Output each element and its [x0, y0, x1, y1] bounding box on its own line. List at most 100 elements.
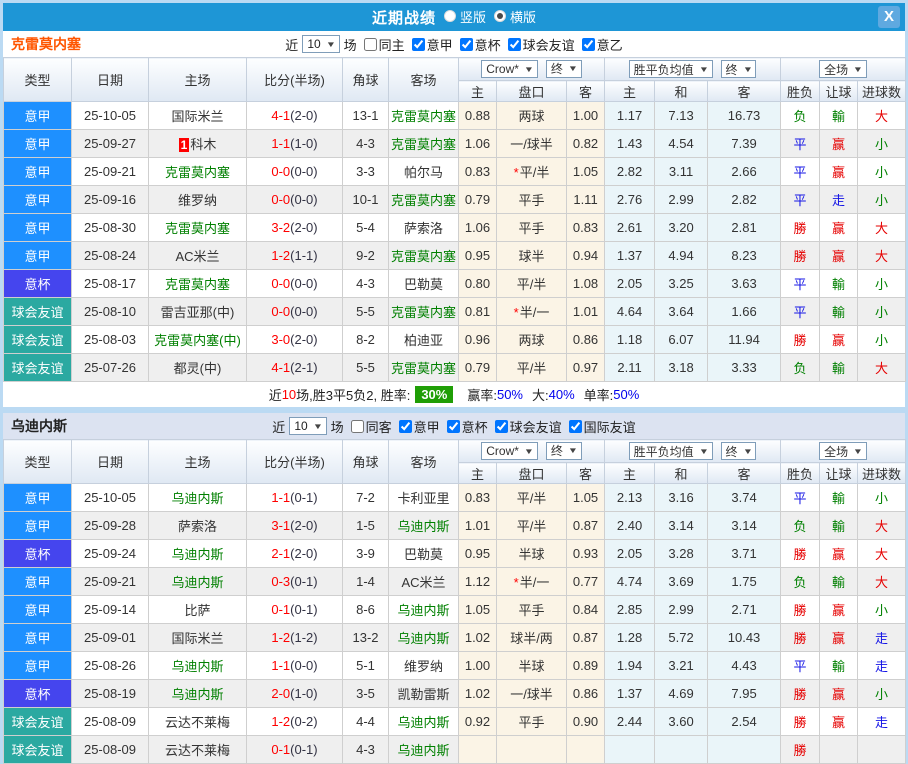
home-team-cell: 克雷莫内塞 [148, 157, 247, 186]
avg-draw-cell: 6.07 [654, 325, 709, 354]
goals-cell: 小 [857, 157, 907, 186]
filter-checkbox[interactable] [398, 419, 412, 433]
summary-stat-value: 50% [613, 387, 640, 402]
halftime-score: (0-1) [290, 574, 318, 589]
corner-cell: 5-5 [342, 297, 389, 326]
final-odds-select[interactable]: 终 ▼ [545, 59, 582, 78]
handicap-line-cell: 平/半 [496, 353, 567, 382]
filter-checkbox[interactable] [411, 37, 425, 51]
avg-away-cell: 1.66 [707, 297, 782, 326]
radio-icon[interactable] [443, 10, 456, 23]
avg-select[interactable]: 胜平负均值 ▼ [628, 60, 713, 78]
scope-select[interactable]: 全场 ▼ [819, 442, 868, 460]
handicap-result-cell: 赢 [819, 707, 859, 736]
filter-checkbox[interactable] [459, 37, 473, 51]
final-avg-select[interactable]: 终 ▼ [720, 442, 757, 460]
fulltime-score: 1-1 [271, 490, 291, 505]
dropdown-group: Crow* ▼ 终 ▼ [457, 57, 606, 81]
match-count-select[interactable]: 10 ▼ [289, 417, 327, 435]
match-count-select-value: 10 [294, 419, 308, 433]
handicap-line-cell: 半球 [496, 539, 567, 568]
avg-home-cell: 1.17 [604, 101, 656, 130]
halftime-score: (2-0) [290, 332, 318, 347]
away-team-name: 维罗纳 [403, 659, 443, 674]
corner-cell: 4-4 [342, 707, 389, 736]
goals-cell: 走 [857, 623, 907, 652]
sub-column-header: 胜负 [780, 462, 821, 484]
filter-checkbox-label: 同主 [378, 37, 405, 53]
table-row: 意甲 25-09-16 维罗纳 0-0(0-0) 10-1 克雷莫内塞 0.79 平手 1.11… [3, 185, 907, 214]
home-team-cell: 国际米兰 [148, 101, 247, 130]
handicap-line-cell: 平/半 [496, 511, 567, 540]
fulltime-score: 0-0 [271, 276, 291, 291]
odds-home-cell [458, 735, 497, 764]
league-cell: 意甲 [3, 567, 72, 596]
goals-cell: 小 [857, 297, 907, 326]
table-row: 意杯 25-08-19 乌迪内斯 2-0(1-0) 3-5 凯勒雷斯 1.02 一/球半 0.8… [3, 679, 907, 708]
final-avg-select[interactable]: 终 ▼ [720, 60, 757, 78]
summary-line: 近 10 场,胜3平5负2, 胜率: 30% 赢率: 50% 大: 40% 单率: 50% [3, 382, 905, 407]
filter-checkbox[interactable] [507, 37, 521, 51]
halftime-score: (0-2) [290, 714, 318, 729]
avg-select[interactable]: 胜平负均值 ▼ [628, 442, 713, 460]
filter-checkbox[interactable] [446, 419, 460, 433]
summary-stat-label: 单率: [583, 388, 614, 403]
handicap-result-cell: 輸 [819, 651, 859, 680]
final-odds-select[interactable]: 终 ▼ [545, 441, 582, 460]
avg-draw-cell: 7.13 [654, 101, 709, 130]
fulltime-score: 1-1 [271, 136, 291, 151]
league-cell: 意甲 [3, 623, 72, 652]
bookmaker-select[interactable]: Crow* ▼ [481, 60, 538, 79]
bookmaker-select[interactable]: Crow* ▼ [481, 442, 538, 461]
handicap-line-cell: *半/一 [496, 567, 567, 596]
result-cell: 负 [780, 353, 821, 382]
layout-radio-option[interactable]: 竖版 [443, 7, 486, 26]
home-team-name: 克雷莫内塞 [164, 221, 230, 236]
filter-checkbox[interactable] [494, 419, 508, 433]
avg-draw-cell: 3.21 [654, 651, 709, 680]
filter-near-label: 近 [285, 37, 299, 53]
radio-selected-icon[interactable] [494, 10, 506, 23]
summary-text: 场,胜3平5负2, 胜率: [296, 388, 411, 403]
avg-draw-cell: 3.25 [654, 269, 709, 298]
radio-group: 竖版 横版 [436, 7, 536, 28]
results-table: 类型 日期 主场 比分(半场) 角球 客场 Crow* ▼ 终 ▼ 胜平负均值 ▼ 终 ▼ 全场 ▼ 主盘口客主… [3, 57, 907, 382]
halftime-score: (1-1) [290, 248, 318, 263]
avg-draw-cell: 4.94 [654, 241, 709, 270]
avg-away-cell: 3.74 [707, 483, 782, 512]
filter-checkbox[interactable] [350, 419, 364, 433]
close-button[interactable]: X [878, 6, 900, 28]
layout-radio-option[interactable]: 横版 [494, 7, 536, 26]
league-cell: 球会友谊 [3, 325, 72, 354]
corner-cell: 3-3 [342, 157, 389, 186]
result-cell: 勝 [780, 539, 821, 568]
filter-checkbox[interactable] [363, 37, 377, 51]
odds-home-cell: 1.12 [458, 567, 497, 596]
filter-checkbox[interactable] [581, 37, 595, 51]
sub-column-header: 和 [654, 462, 709, 484]
match-count-select[interactable]: 10 ▼ [302, 35, 340, 53]
away-team-name: 克雷莫内塞 [390, 137, 456, 152]
goals-cell: 大 [857, 241, 907, 270]
chevron-down-icon: ▼ [698, 64, 709, 74]
team-band: 克雷莫内塞 近 10 ▼ 场 同主 意甲 意杯 球会友谊 意乙 [3, 31, 905, 57]
goals-cell: 小 [857, 483, 907, 512]
home-team-cell: 乌迪内斯 [148, 651, 247, 680]
date-cell: 25-08-09 [71, 735, 149, 764]
away-team-cell: 克雷莫内塞 [388, 241, 459, 270]
handicap-line-cell: *平/半 [496, 157, 567, 186]
handicap-line-cell: 球半/两 [496, 623, 567, 652]
halftime-score: (0-0) [290, 164, 318, 179]
away-team-name: 乌迪内斯 [397, 519, 450, 534]
home-team-name: 都灵(中) [173, 361, 222, 376]
filter-checkbox[interactable] [568, 419, 582, 433]
goals-cell: 小 [857, 325, 907, 354]
filter-near-label: 近 [272, 419, 286, 435]
odds-away-cell: 0.82 [565, 129, 606, 158]
avg-away-cell [707, 735, 782, 764]
date-cell: 25-08-09 [71, 707, 149, 736]
table-row: 意甲 25-08-24 AC米兰 1-2(1-1) 9-2 克雷莫内塞 0.95 球半 0.94… [3, 241, 907, 270]
column-header: 比分(半场) [246, 439, 343, 484]
corner-cell: 3-5 [342, 679, 389, 708]
scope-select[interactable]: 全场 ▼ [819, 60, 868, 78]
